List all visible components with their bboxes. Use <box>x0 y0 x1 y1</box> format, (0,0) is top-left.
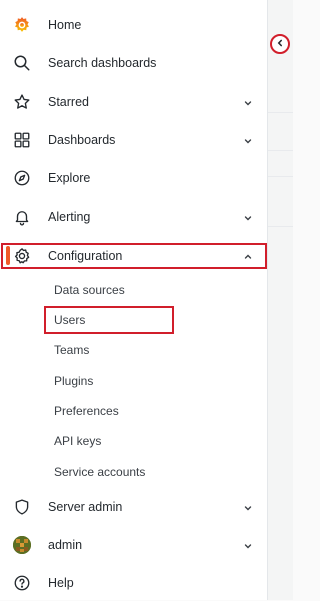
submenu-item-data-sources[interactable]: Data sources <box>54 278 125 302</box>
nav-item-dashboards[interactable]: Dashboards <box>0 122 268 158</box>
nav-item-alerting[interactable]: Alerting <box>0 199 268 235</box>
nav-item-search[interactable]: Search dashboards <box>0 45 268 81</box>
nav-label-explore: Explore <box>48 171 91 185</box>
collapse-sidebar-button[interactable] <box>270 34 290 54</box>
nav-label-starred: Starred <box>48 95 89 109</box>
chevron-down-icon[interactable] <box>242 211 254 223</box>
submenu-item-service-accounts[interactable]: Service accounts <box>54 460 145 484</box>
compass-icon <box>13 169 31 187</box>
highlight-box <box>44 306 174 334</box>
nav-item-starred[interactable]: Starred <box>0 84 268 120</box>
nav-label-help: Help <box>48 576 74 590</box>
chevron-down-icon[interactable] <box>242 539 254 551</box>
divider <box>268 176 293 177</box>
dashboards-grid-icon <box>13 131 31 149</box>
chevron-down-icon[interactable] <box>242 96 254 108</box>
submenu-item-preferences[interactable]: Preferences <box>54 399 119 423</box>
nav-label-admin: admin <box>48 538 83 552</box>
shield-icon <box>13 498 31 516</box>
nav-label-search: Search dashboards <box>48 56 157 70</box>
nav-item-home[interactable]: Home <box>0 7 268 43</box>
nav-label-server-admin: Server admin <box>48 500 123 514</box>
nav-label-alerting: Alerting <box>48 210 91 224</box>
nav-item-explore[interactable]: Explore <box>0 160 268 196</box>
chevron-down-icon[interactable] <box>242 501 254 513</box>
divider <box>268 150 293 151</box>
sidebar-menu: Home Search dashboards Starred Dashboard… <box>0 0 268 600</box>
nav-label-home: Home <box>48 18 82 32</box>
question-circle-icon <box>13 574 31 592</box>
nav-item-help[interactable]: Help <box>0 565 268 601</box>
divider <box>268 226 293 227</box>
submenu-item-plugins[interactable]: Plugins <box>54 369 93 393</box>
user-avatar-icon <box>13 536 31 554</box>
divider <box>268 112 293 113</box>
nav-label-dashboards: Dashboards <box>48 133 116 147</box>
bell-icon <box>13 208 31 226</box>
star-icon <box>13 93 31 111</box>
nav-item-server-admin[interactable]: Server admin <box>0 489 268 525</box>
highlight-box <box>1 243 267 269</box>
search-icon <box>13 54 31 72</box>
submenu-item-api-keys[interactable]: API keys <box>54 429 101 453</box>
grafana-logo-icon <box>13 16 31 34</box>
chevron-left-icon <box>275 35 285 53</box>
chevron-down-icon[interactable] <box>242 134 254 146</box>
nav-item-user-admin[interactable]: admin <box>0 527 268 563</box>
submenu-item-teams[interactable]: Teams <box>54 338 89 362</box>
main-content-background <box>268 0 293 600</box>
